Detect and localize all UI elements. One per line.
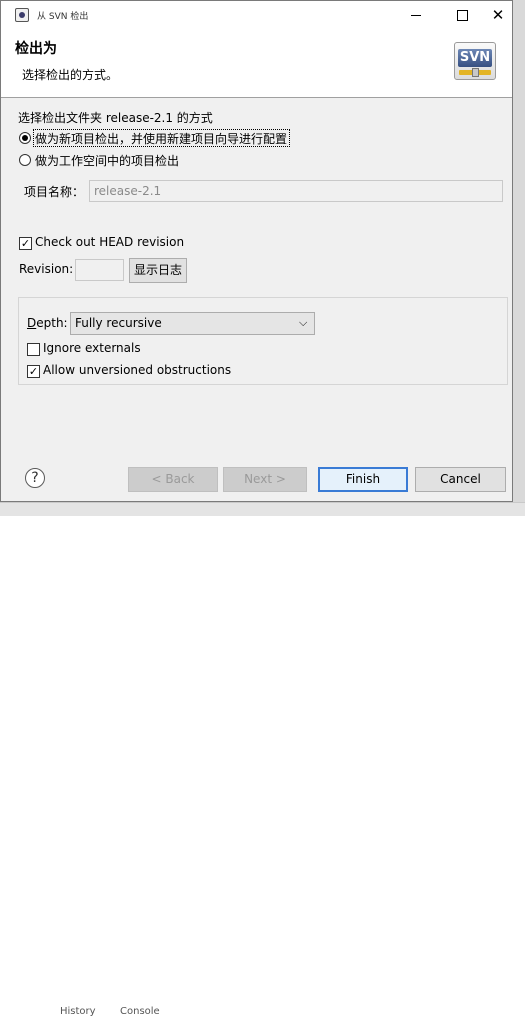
radio-new-project-wizard[interactable]: [19, 132, 31, 144]
background-window-right: [512, 0, 525, 515]
background-tab-bar: History Console: [0, 502, 525, 1017]
checkout-prompt: 选择检出文件夹 release-2.1 的方式: [18, 111, 213, 125]
project-name-label: 项目名称：: [24, 185, 85, 199]
ignore-externals-label[interactable]: Ignore externals: [43, 341, 141, 355]
maximize-button[interactable]: [443, 1, 481, 29]
radio-new-project-wizard-label[interactable]: 做为新项目检出，并使用新建项目向导进行配置: [35, 130, 287, 147]
svn-logo-text: SVN: [458, 49, 492, 67]
cancel-button[interactable]: Cancel: [415, 467, 506, 492]
depth-label: Depth:: [27, 316, 68, 330]
revision-field[interactable]: [75, 259, 124, 281]
title-bar[interactable]: 从 SVN 检出 ✕: [1, 1, 512, 29]
radio-workspace-project[interactable]: [19, 154, 31, 166]
next-button[interactable]: Next >: [223, 467, 307, 492]
show-log-button[interactable]: 显示日志: [129, 258, 187, 283]
svn-logo-knob: [472, 68, 479, 77]
head-revision-label[interactable]: Check out HEAD revision: [35, 235, 184, 249]
head-revision-checkbox[interactable]: ✓: [19, 237, 32, 250]
window-title: 从 SVN 检出: [37, 12, 89, 22]
ignore-externals-checkbox[interactable]: [27, 343, 40, 356]
background-tab-console[interactable]: Console: [120, 1006, 160, 1018]
help-icon[interactable]: ?: [25, 468, 45, 488]
allow-unversioned-label[interactable]: Allow unversioned obstructions: [43, 363, 231, 377]
svn-logo: SVN: [454, 42, 496, 80]
project-name-field[interactable]: release-2.1: [89, 180, 503, 202]
close-button[interactable]: ✕: [479, 1, 517, 29]
background-tab-history[interactable]: History: [60, 1006, 96, 1018]
wizard-header: 检出为 选择检出的方式。 SVN: [1, 29, 512, 98]
page-title: 检出为: [15, 41, 57, 57]
radio-workspace-project-label[interactable]: 做为工作空间中的项目检出: [35, 152, 179, 169]
chevron-down-icon[interactable]: ⌵: [299, 316, 307, 330]
page-description: 选择检出的方式。: [22, 68, 119, 82]
finish-button[interactable]: Finish: [318, 467, 408, 492]
eclipse-icon: [15, 8, 29, 22]
back-button[interactable]: < Back: [128, 467, 218, 492]
minimize-button[interactable]: [397, 1, 435, 29]
allow-unversioned-checkbox[interactable]: ✓: [27, 365, 40, 378]
revision-label: Revision:: [19, 262, 74, 276]
depth-select[interactable]: Fully recursive: [70, 312, 315, 335]
checkout-dialog: 从 SVN 检出 ✕ 检出为 选择检出的方式。 SVN 选择检出文件夹 rele…: [0, 0, 513, 502]
